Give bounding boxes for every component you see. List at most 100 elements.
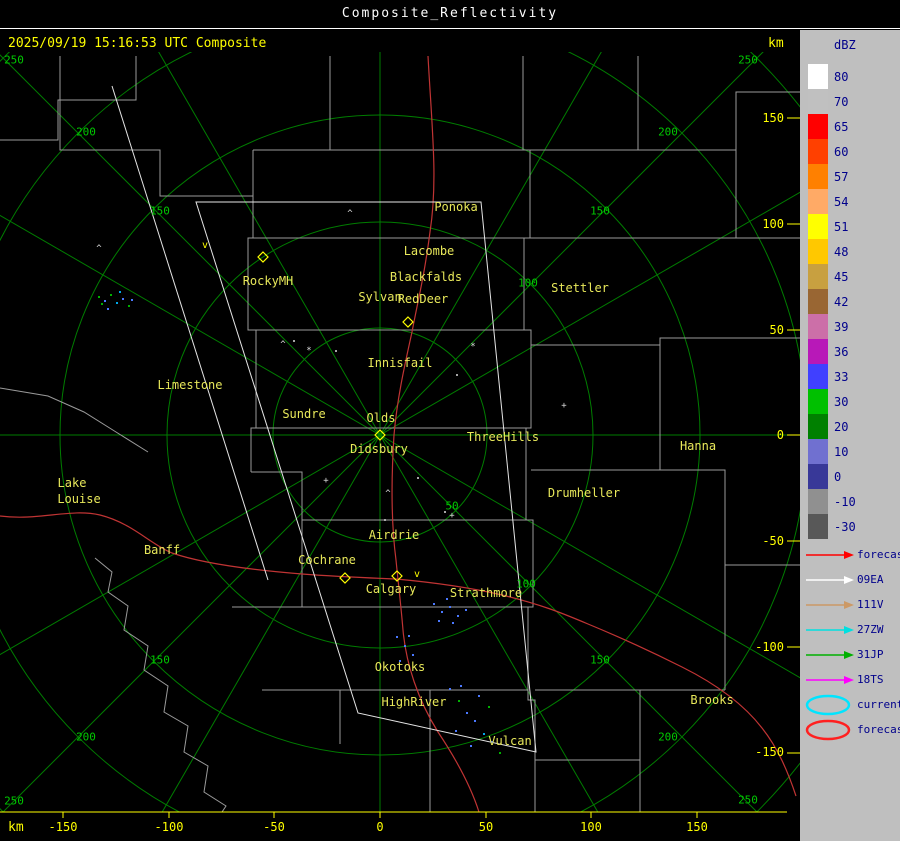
colorbar-swatch-57 <box>808 164 828 189</box>
colorbar-row: 33 <box>808 364 856 389</box>
legend-row-111V: 111V <box>804 592 900 617</box>
sidebar: dBZ 80 70 65 60 57 54 51 48 45 42 39 36 33 30 20 10 0 -10… <box>800 30 900 841</box>
precip-echoes <box>98 291 501 754</box>
legend-row-18TS: 18TS <box>804 667 900 692</box>
legend-row-09EA: 09EA <box>804 567 900 592</box>
legend-label: 18TS <box>857 673 884 686</box>
county-boundaries-icon <box>0 56 800 812</box>
legend-row-27ZW: 27ZW <box>804 617 900 642</box>
legend-label: 09EA <box>857 573 884 586</box>
colorbar-swatch-39 <box>808 314 828 339</box>
colorbar-swatch-51 <box>808 214 828 239</box>
forecast-ellipse-icon <box>804 718 854 742</box>
colorbar-row: 57 <box>808 164 856 189</box>
colorbar-row: 30 <box>808 389 856 414</box>
svg-text:v: v <box>202 240 208 251</box>
colorbar-swatch-54 <box>808 189 828 214</box>
svg-text:v: v <box>414 569 420 580</box>
colorbar-row: 51 <box>808 214 856 239</box>
svg-text:^: ^ <box>280 340 286 350</box>
colorbar-value-label: 70 <box>834 95 848 109</box>
colorbar-value-label: 45 <box>834 270 848 284</box>
svg-text:^: ^ <box>385 489 391 499</box>
colorbar-value-label: 33 <box>834 370 848 384</box>
colorbar-swatch-48 <box>808 239 828 264</box>
colorbar-value-label: 36 <box>834 345 848 359</box>
coverage-outline-icon <box>112 86 536 752</box>
colorbar-row: 54 <box>808 189 856 214</box>
colorbar-title: dBZ <box>834 38 856 52</box>
colorbar-row: -30 <box>808 514 856 539</box>
svg-text:+: + <box>323 476 329 486</box>
colorbar-value-label: 39 <box>834 320 848 334</box>
colorbar-row: 0 <box>808 464 856 489</box>
colorbar-value-label: 51 <box>834 220 848 234</box>
legend-row-ellipse-current: current <box>804 692 900 717</box>
svg-text:+: + <box>561 401 567 411</box>
colorbar-swatch--30 <box>808 514 828 539</box>
colorbar-value-label: -10 <box>834 495 856 509</box>
wind-glyphs: vv <box>202 240 420 580</box>
colorbar-value-label: 48 <box>834 245 848 259</box>
colorbar-value-label: 42 <box>834 295 848 309</box>
svg-text:^: ^ <box>347 209 353 219</box>
svg-text:*: * <box>470 342 475 352</box>
colorbar-row: 70 <box>808 89 856 114</box>
legend-label: forecast <box>857 723 900 736</box>
colorbar-value-label: 60 <box>834 145 848 159</box>
colorbar-value-label: 0 <box>834 470 841 484</box>
forecast-arrow-icon <box>804 549 854 561</box>
legend: forecast 09EA 111V 27ZW 31JP 18TS current forec… <box>804 542 900 742</box>
colorbar-row: 39 <box>808 314 856 339</box>
colorbar-swatch--10 <box>808 489 828 514</box>
colorbar-value-label: 65 <box>834 120 848 134</box>
radar-map-display[interactable]: ^^^^ +++ ** vv <box>0 0 800 841</box>
colorbar-value-label: 10 <box>834 445 848 459</box>
legend-label: 31JP <box>857 648 884 661</box>
colorbar-swatch-36 <box>808 339 828 364</box>
colorbar-swatch-80 <box>808 64 828 89</box>
27ZW-arrow-icon <box>804 624 854 636</box>
colorbar-value-label: 20 <box>834 420 848 434</box>
colorbar-value-label: 57 <box>834 170 848 184</box>
colorbar-swatch-30 <box>808 389 828 414</box>
legend-row-ellipse-forecast: forecast <box>804 717 900 742</box>
colorbar-row: 42 <box>808 289 856 314</box>
current-ellipse-icon <box>804 693 854 717</box>
colorbar-swatch-0 <box>808 464 828 489</box>
colorbar-swatch-20 <box>808 414 828 439</box>
legend-row-forecast: forecast <box>804 542 900 567</box>
legend-row-31JP: 31JP <box>804 642 900 667</box>
legend-label: 111V <box>857 598 884 611</box>
colorbar-swatch-42 <box>808 289 828 314</box>
colorbar-row: 45 <box>808 264 856 289</box>
colorbar-row: 80 <box>808 64 856 89</box>
colorbar-entries: 80 70 65 60 57 54 51 48 45 42 39 36 33 30 20 10 0 -10 -30 <box>808 64 856 539</box>
svg-text:+: + <box>449 511 455 521</box>
radar-app-window: Composite_Reflectivity 2025/09/19 15:16:… <box>0 0 900 841</box>
colorbar-row: 20 <box>808 414 856 439</box>
31JP-arrow-icon <box>804 649 854 661</box>
legend-label: current <box>857 698 900 711</box>
svg-text:^: ^ <box>96 244 102 254</box>
colorbar-swatch-60 <box>808 139 828 164</box>
colorbar-row: -10 <box>808 489 856 514</box>
svg-text:*: * <box>306 346 311 356</box>
111V-arrow-icon <box>804 599 854 611</box>
colorbar-swatch-65 <box>808 114 828 139</box>
colorbar-swatch-10 <box>808 439 828 464</box>
colorbar-row: 60 <box>808 139 856 164</box>
colorbar-value-label: 80 <box>834 70 848 84</box>
colorbar-swatch-70 <box>808 89 828 114</box>
colorbar-value-label: 30 <box>834 395 848 409</box>
colorbar-row: 36 <box>808 339 856 364</box>
colorbar-row: 10 <box>808 439 856 464</box>
colorbar-swatch-33 <box>808 364 828 389</box>
colorbar-swatch-45 <box>808 264 828 289</box>
colorbar-row: 65 <box>808 114 856 139</box>
station-glyphs: ^ ^ ^ ^ + + + * * <box>96 209 567 521</box>
colorbar-value-label: -30 <box>834 520 856 534</box>
legend-label: forecast <box>857 548 900 561</box>
legend-label: 27ZW <box>857 623 884 636</box>
colorbar-value-label: 54 <box>834 195 848 209</box>
